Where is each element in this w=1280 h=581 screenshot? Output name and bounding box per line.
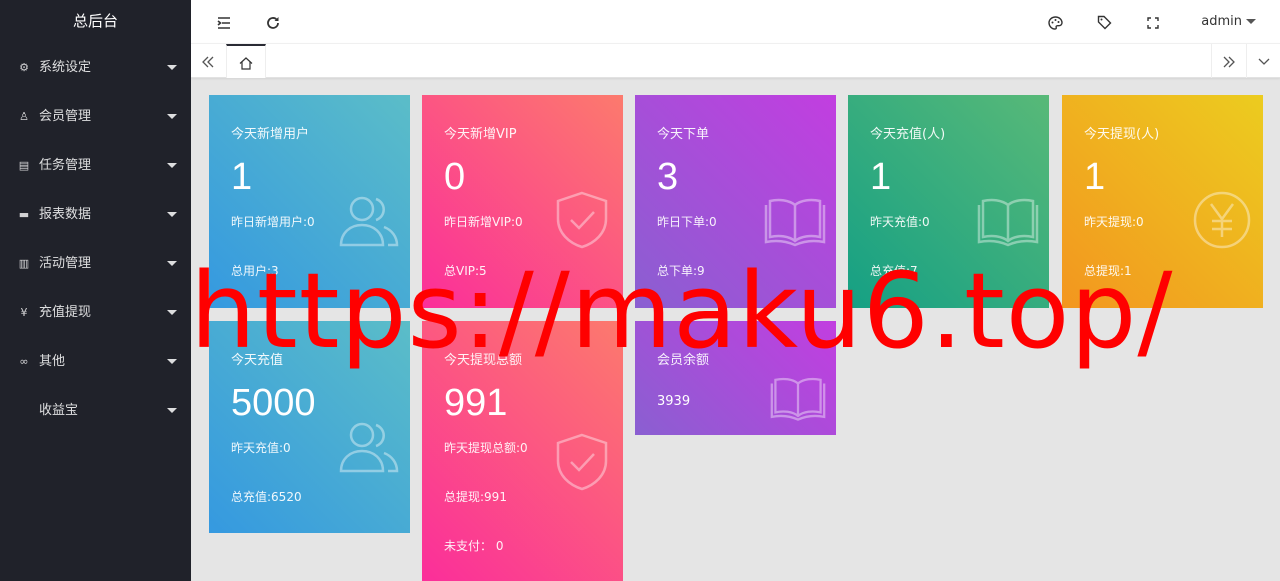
sidebar-item-label: 收益宝 [39, 403, 79, 418]
card-value: 5000 [231, 382, 316, 424]
caret-down-icon [167, 310, 177, 315]
sidebar-item-label: 活动管理 [39, 256, 92, 271]
sidebar-brand[interactable]: 总后台 [0, 0, 191, 43]
caret-down-icon [167, 163, 177, 168]
card-yesterday: 昨天充值:0 [231, 441, 291, 455]
card-yesterday: 昨日下单:0 [657, 215, 717, 229]
tag-icon[interactable] [1092, 0, 1116, 43]
card-title: 今天新增用户 [231, 127, 310, 142]
sidebar-item-label: 系统设定 [39, 60, 92, 75]
card-value: 3 [657, 156, 679, 198]
book-icon [977, 198, 1039, 247]
caret-down-icon [167, 408, 177, 413]
sidebar-item-system-settings[interactable]: ⚙ 系统设定 [0, 43, 191, 92]
card-total: 总提现:991 [444, 490, 507, 504]
card-value: 1 [870, 156, 892, 198]
card-title: 今天充值(人) [870, 127, 946, 142]
caret-down-icon [167, 261, 177, 266]
tabs-scroll-left-icon[interactable] [191, 44, 225, 78]
caret-down-icon [167, 65, 177, 70]
book-icon [764, 198, 826, 247]
top-header: admin [191, 0, 1280, 43]
caret-down-icon [167, 114, 177, 119]
sidebar-item-member-management[interactable]: ♙ 会员管理 [0, 92, 191, 141]
card-unpaid: 未支付： 0 [444, 539, 504, 553]
link-icon: ∞ [19, 355, 29, 368]
tabs-dropdown-icon[interactable] [1246, 44, 1280, 78]
card-value: 0 [444, 156, 466, 198]
sidebar-item-recharge-withdraw[interactable]: ¥ 充值提现 [0, 288, 191, 337]
card-title: 今天新增VIP [444, 127, 517, 142]
card-value: 991 [444, 382, 508, 424]
card-yesterday: 昨天充值:0 [870, 215, 930, 229]
sidebar-item-label: 任务管理 [39, 158, 92, 173]
book-icon: ▥ [18, 257, 30, 270]
sidebar-item-label: 报表数据 [39, 207, 92, 222]
fullscreen-icon[interactable] [1141, 0, 1165, 43]
home-icon [239, 57, 253, 70]
card-yesterday: 昨日新增VIP:0 [444, 215, 523, 229]
tab-home[interactable] [226, 44, 266, 78]
caret-down-icon [167, 212, 177, 217]
admin-user-menu[interactable]: admin [1201, 0, 1242, 43]
sidebar-item-label: 其他 [39, 354, 66, 369]
card-yesterday: 昨日新增用户:0 [231, 215, 315, 229]
sidebar-item-label: 充值提现 [39, 305, 92, 320]
sidebar-item-yield-treasure[interactable]: 收益宝 [0, 386, 191, 435]
card-value: 1 [231, 156, 253, 198]
sidebar-item-label: 会员管理 [39, 109, 92, 124]
gear-icon: ⚙ [19, 61, 29, 74]
document-icon: ▤ [18, 159, 30, 172]
yen-icon: ¥ [20, 306, 28, 319]
users-icon [339, 422, 399, 473]
sidebar-item-reports[interactable]: ▬ 报表数据 [0, 190, 191, 239]
caret-down-icon [167, 359, 177, 364]
caret-down-icon[interactable] [1246, 19, 1256, 24]
monitor-icon: ▬ [18, 208, 30, 221]
card-total: 总充值:6520 [231, 490, 302, 504]
sidebar-nav: ⚙ 系统设定 ♙ 会员管理 ▤ 任务管理 ▬ 报表数据 ▥ 活动管理 ¥ 充值提… [0, 43, 191, 435]
menu-collapse-icon[interactable] [212, 0, 236, 43]
yen-coin-icon [1193, 191, 1251, 249]
tabs-scroll-right-icon[interactable] [1211, 44, 1245, 78]
sidebar-item-task-management[interactable]: ▤ 任务管理 [0, 141, 191, 190]
shield-check-icon [556, 191, 608, 249]
card-title: 今天下单 [657, 127, 710, 142]
theme-palette-icon[interactable] [1043, 0, 1067, 43]
card-title: 今天提现(人) [1084, 127, 1160, 142]
refresh-icon[interactable] [261, 0, 285, 43]
tab-bar [191, 43, 1280, 78]
card-value: 3939 [657, 394, 691, 409]
book-icon [770, 377, 826, 421]
sidebar-item-other[interactable]: ∞ 其他 [0, 337, 191, 386]
shield-check-icon [556, 433, 608, 491]
users-icon [339, 196, 399, 247]
sidebar: 总后台 ⚙ 系统设定 ♙ 会员管理 ▤ 任务管理 ▬ 报表数据 ▥ 活动管理 ¥ [0, 0, 191, 581]
card-yesterday: 昨天提现总额:0 [444, 441, 528, 455]
sidebar-item-activity-management[interactable]: ▥ 活动管理 [0, 239, 191, 288]
card-yesterday: 昨天提现:0 [1084, 215, 1144, 229]
card-value: 1 [1084, 156, 1106, 198]
user-icon: ♙ [19, 110, 29, 123]
watermark-url: https://maku6.top/ [190, 250, 1174, 372]
